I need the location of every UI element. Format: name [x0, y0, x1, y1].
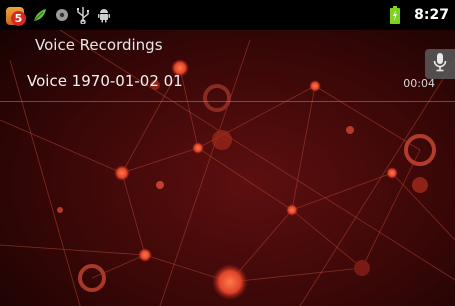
record-button[interactable]	[425, 49, 455, 79]
list-divider	[0, 101, 455, 102]
android-icon	[96, 7, 112, 23]
title-bar: Voice Recordings	[0, 30, 455, 59]
status-bar: 5 8:27	[0, 0, 455, 30]
media-icon	[54, 7, 70, 23]
notification-count: 5	[11, 11, 26, 26]
usb-icon	[76, 6, 90, 24]
recording-name: Voice 1970-01-02 01	[27, 72, 183, 90]
microphone-icon	[433, 52, 447, 76]
battery-charging-icon	[390, 6, 401, 24]
recording-list-item[interactable]: Voice 1970-01-02 01 00:04	[0, 60, 455, 101]
leaf-icon	[32, 7, 48, 23]
clock: 8:27	[414, 7, 449, 23]
system-status-area: 8:27	[390, 5, 449, 25]
notification-badge-icon: 5	[6, 5, 26, 26]
page-title: Voice Recordings	[35, 36, 163, 54]
notification-area[interactable]: 5	[6, 5, 112, 26]
